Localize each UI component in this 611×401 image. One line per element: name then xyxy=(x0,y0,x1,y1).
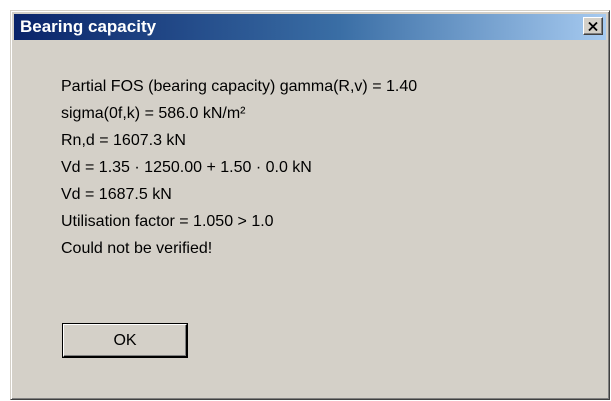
message-area: Partial FOS (bearing capacity) gamma(R,v… xyxy=(61,73,599,262)
ok-button[interactable]: OK xyxy=(63,324,187,357)
window-title: Bearing capacity xyxy=(20,17,157,36)
vd-formula-line: Vd = 1.35 · 1250.00 + 1.50 · 0.0 kN xyxy=(61,159,312,176)
ok-button-label: OK xyxy=(113,331,137,349)
close-button[interactable] xyxy=(583,17,603,35)
partial-fos-line: Partial FOS (bearing capacity) gamma(R,v… xyxy=(61,78,418,95)
verification-status-line: Could not be verified! xyxy=(61,240,213,257)
rnd-line: Rn,d = 1607.3 kN xyxy=(61,132,186,149)
vd-result-line: Vd = 1687.5 kN xyxy=(61,186,172,203)
title-bar[interactable]: Bearing capacity xyxy=(14,14,606,40)
utilisation-factor-line: Utilisation factor = 1.050 > 1.0 xyxy=(61,213,274,230)
close-icon xyxy=(588,21,598,31)
bearing-capacity-dialog: Bearing capacity Partial FOS (bearing ca… xyxy=(10,10,610,400)
sigma-line: sigma(0f,k) = 586.0 kN/m² xyxy=(61,105,246,122)
